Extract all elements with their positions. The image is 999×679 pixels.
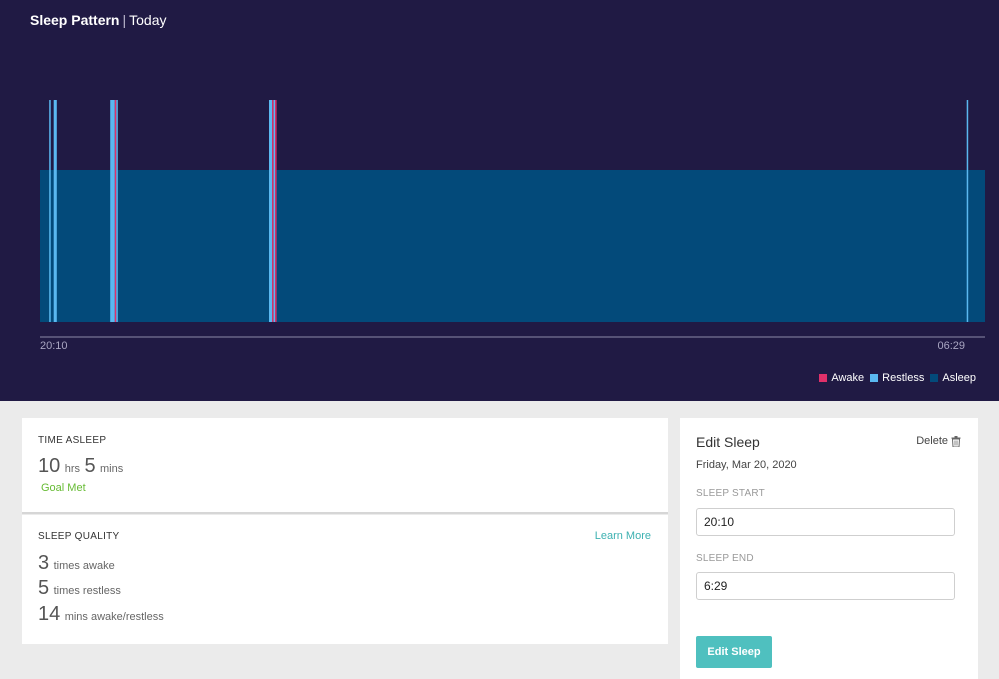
chart-title-text: Sleep Pattern [30, 12, 120, 28]
edit-sleep-card: Edit Sleep Delete Friday, Mar 20, 2020 S… [680, 418, 978, 679]
delete-label: Delete [916, 435, 948, 447]
restless-count-text: times restless [53, 585, 121, 597]
legend-item-asleep: Asleep [930, 372, 976, 384]
sleep-pattern-chart: 20:10 06:29 [40, 100, 985, 352]
sleep-pattern-panel: 20:10 06:29 Sleep Pattern | Today Awake Res… [0, 0, 999, 401]
sleep-segment-restless-1 [49, 100, 51, 322]
sleep-segment-restless-10 [966, 100, 969, 322]
chart-title: Sleep Pattern | Today [30, 12, 166, 28]
awake-restless-minutes: 14 [38, 603, 61, 625]
card-divider [22, 512, 668, 514]
sleep-end-input[interactable] [696, 572, 955, 600]
legend-swatch-asleep [930, 374, 939, 382]
title-separator: | [122, 12, 127, 28]
minutes-unit: mins [100, 463, 124, 475]
restless-count: 5 [38, 577, 50, 599]
time-asleep-value: 10 hrs 5 mins [38, 455, 123, 478]
sleep-segment-awake-9 [275, 100, 277, 322]
sleep-segment-asleep-0 [40, 170, 985, 322]
legend-label-asleep: Asleep [942, 372, 976, 384]
awake-count-row: 3 times awake [38, 552, 115, 575]
chart-subtitle: Today [129, 12, 167, 28]
sleep-segment-restless-3 [110, 100, 115, 322]
hours-value: 10 [38, 455, 61, 477]
legend-swatch-awake [819, 374, 828, 382]
sleep-segment-awake-4 [114, 100, 117, 322]
legend-label-awake: Awake [831, 372, 865, 384]
legend-item-awake: Awake [819, 372, 864, 384]
sleep-segment-restless-8 [273, 100, 276, 322]
sleep-end-label: SLEEP END [696, 553, 754, 564]
x-tick-end-label: 06:29 [937, 340, 965, 352]
awake-count-text: times awake [53, 560, 115, 572]
sleep-quality-card: SLEEP QUALITY Learn More 3 times awake 5… [22, 515, 668, 644]
sleep-start-input[interactable] [696, 508, 955, 536]
time-asleep-label: TIME ASLEEP [38, 435, 107, 446]
delete-button[interactable]: Delete [916, 435, 961, 447]
sleep-segment-restless-5 [116, 100, 118, 322]
awake-restless-minutes-text: mins awake/restless [64, 611, 164, 623]
legend-item-restless: Restless [870, 372, 924, 384]
edit-sleep-button[interactable]: Edit Sleep [696, 636, 772, 668]
goal-status: Goal Met [41, 482, 86, 494]
trash-icon [951, 435, 961, 447]
chart-legend: Awake Restless Asleep [819, 372, 976, 384]
restless-count-row: 5 times restless [38, 577, 121, 600]
minutes-value: 5 [84, 455, 96, 477]
sleep-quality-label: SLEEP QUALITY [38, 531, 120, 542]
awake-restless-minutes-row: 14 mins awake/restless [38, 603, 164, 626]
sleep-segment-restless-2 [53, 100, 57, 322]
learn-more-link[interactable]: Learn More [595, 530, 651, 542]
sleep-segment-restless-6 [269, 100, 273, 322]
time-asleep-card: TIME ASLEEP 10 hrs 5 mins Goal Met [22, 418, 668, 512]
awake-count: 3 [38, 552, 50, 574]
edit-sleep-title: Edit Sleep [696, 434, 760, 450]
x-tick-start-label: 20:10 [40, 340, 68, 352]
legend-swatch-restless [870, 374, 879, 382]
legend-label-restless: Restless [882, 372, 925, 384]
hours-unit: hrs [64, 463, 80, 475]
sleep-date: Friday, Mar 20, 2020 [696, 459, 797, 471]
sleep-start-label: SLEEP START [696, 488, 765, 499]
sleep-segment-awake-7 [272, 100, 274, 322]
